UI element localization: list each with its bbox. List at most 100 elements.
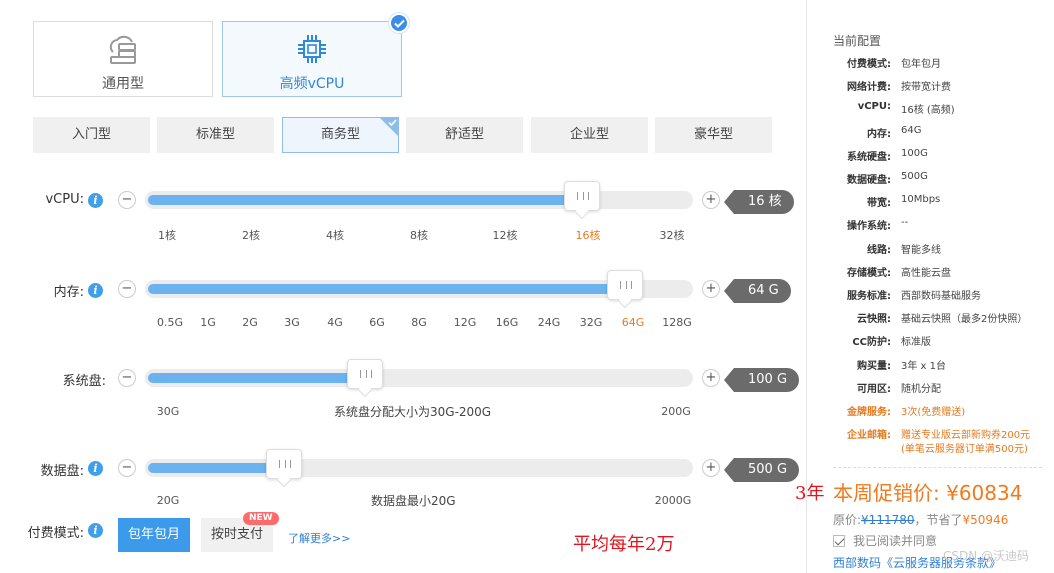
info-icon[interactable]: i — [88, 523, 103, 538]
spec-row: 操作系统: -- — [807, 217, 1054, 233]
vcpu-slider-track[interactable] — [145, 181, 693, 220]
spec-value: 随机分配 — [901, 383, 941, 395]
savings-amount: ¥50946 — [962, 513, 1009, 527]
spec-row: 金牌服务: 3次(免费赠送) — [807, 403, 1054, 419]
spec-key: 内存: — [867, 128, 891, 140]
tick-label[interactable]: 6G — [369, 316, 385, 329]
spec-key: 带宽: — [867, 198, 891, 210]
pay-option-label: 包年包月 — [127, 527, 180, 542]
tick-label[interactable]: 3G — [284, 316, 300, 329]
divider — [833, 467, 1042, 468]
tab-business[interactable]: 商务型 — [282, 117, 399, 153]
info-icon[interactable]: i — [88, 461, 103, 476]
memory-increase-button[interactable]: + — [702, 280, 720, 298]
spec-value: 按带宽计费 — [901, 82, 951, 94]
vcpu-increase-button[interactable]: + — [702, 191, 720, 209]
type-card-high-freq[interactable]: 高频vCPU — [222, 21, 402, 97]
system-disk-decrease-button[interactable]: − — [118, 369, 136, 387]
tick-label[interactable]: 1核 — [158, 227, 176, 243]
pay-monthly-button[interactable]: 包年包月 — [118, 518, 190, 552]
spec-row: 服务标准: 西部数码基础服务 — [807, 287, 1054, 303]
pay-mode-label: 付费模式: — [27, 526, 84, 541]
vcpu-decrease-button[interactable]: − — [118, 191, 136, 209]
system-disk-slider-handle[interactable] — [347, 359, 383, 398]
handle-pointer — [276, 472, 292, 488]
spec-key: 线路: — [867, 244, 891, 256]
tab-enterprise[interactable]: 企业型 — [531, 117, 648, 153]
memory-slider-track[interactable] — [145, 270, 693, 309]
spec-row: 系统硬盘: 100G — [807, 148, 1054, 164]
spec-key: 服务标准: — [847, 291, 891, 302]
tick-label[interactable]: 2G — [242, 316, 258, 329]
info-icon[interactable]: i — [88, 283, 103, 298]
tab-standard[interactable]: 标准型 — [157, 117, 274, 153]
tick-label[interactable]: 128G — [662, 316, 692, 329]
tick-label[interactable]: 4G — [327, 316, 343, 329]
spec-value: 3年 x 1台 — [901, 360, 946, 372]
tab-luxury[interactable]: 豪华型 — [655, 117, 772, 153]
original-price-value: ¥111780 — [861, 513, 915, 527]
info-icon[interactable]: i — [88, 193, 103, 208]
data-disk-hint: 数据盘最小20G — [371, 494, 456, 508]
system-disk-min-label: 30G — [156, 405, 180, 418]
tick-label[interactable]: 12核 — [493, 227, 518, 243]
tick-label[interactable]: 12G — [454, 316, 477, 329]
promo-label: 本周促销价: — [833, 481, 940, 505]
promo-amount: ¥60834 — [946, 481, 1023, 505]
system-disk-value-tag: 100 G — [723, 368, 800, 392]
tick-label[interactable]: 8核 — [410, 227, 428, 243]
tick-label[interactable]: 32核 — [660, 227, 685, 243]
spec-row: 内存: 64G — [807, 125, 1054, 141]
spec-row: 存储模式: 高性能云盘 — [807, 264, 1054, 280]
data-disk-label: 数据盘: — [40, 464, 84, 479]
tick-label[interactable]: 0.5G — [157, 316, 183, 329]
system-disk-slider-track[interactable] — [145, 359, 693, 398]
system-disk-label: 系统盘: — [62, 374, 106, 389]
tick-label[interactable]: 24G — [538, 316, 561, 329]
data-disk-slider-handle[interactable] — [266, 449, 302, 488]
data-disk-value-tag: 500 G — [723, 458, 800, 482]
spec-row: 付费模式: 包年包月 — [807, 55, 1054, 71]
spec-value: 西部数码基础服务 — [901, 291, 981, 302]
handle-pointer — [574, 204, 590, 220]
grip-icon — [360, 370, 372, 378]
learn-more-link[interactable]: 了解更多>> — [288, 530, 350, 546]
spec-value: 高性能云盘 — [901, 267, 951, 279]
data-disk-decrease-button[interactable]: − — [118, 459, 136, 477]
spec-key: 数据硬盘: — [847, 175, 891, 186]
spec-value: 10Mbps — [901, 194, 941, 206]
checkbox-icon[interactable] — [833, 535, 845, 547]
vcpu-slider-handle[interactable] — [564, 181, 600, 220]
grip-icon — [620, 281, 632, 289]
memory-decrease-button[interactable]: − — [118, 280, 136, 298]
tick-label[interactable]: 4核 — [326, 227, 344, 243]
data-disk-slider-track[interactable] — [145, 449, 693, 488]
tick-label[interactable]: 1G — [200, 316, 216, 329]
agree-label: 我已阅读并同意 — [853, 534, 938, 548]
tab-comfort[interactable]: 舒适型 — [406, 117, 523, 153]
agree-checkbox[interactable]: 我已阅读并同意 — [833, 532, 937, 549]
tick-label[interactable]: 16核 — [576, 227, 601, 243]
per-year-annotation: 平均每年2万 — [573, 534, 675, 555]
system-disk-hint: 系统盘分配大小为30G-200G — [334, 405, 492, 419]
data-disk-increase-button[interactable]: + — [702, 459, 720, 477]
tab-label: 企业型 — [569, 127, 609, 142]
system-disk-max-label: 200G — [661, 405, 691, 418]
grip-icon — [279, 460, 291, 468]
type-card-general[interactable]: 通用型 — [33, 21, 213, 97]
spec-value: 64G — [901, 124, 922, 136]
tick-label[interactable]: 16G — [496, 316, 519, 329]
tick-label[interactable]: 64G — [622, 316, 645, 329]
tick-label[interactable]: 8G — [411, 316, 427, 329]
spec-row: 线路: 智能多线 — [807, 241, 1054, 257]
tick-label[interactable]: 32G — [580, 316, 603, 329]
tab-label: 豪华型 — [693, 127, 733, 142]
system-disk-increase-button[interactable]: + — [702, 369, 720, 387]
tab-entry[interactable]: 入门型 — [33, 117, 150, 153]
spec-value: 赠送专业版云部新购券200元 — [901, 430, 1031, 442]
handle-pointer — [617, 293, 633, 309]
tick-label[interactable]: 2核 — [242, 227, 260, 243]
spec-value: 智能多线 — [901, 244, 941, 256]
watermark: CSDN @沃迪码 — [943, 549, 1030, 563]
memory-slider-handle[interactable] — [607, 270, 643, 309]
